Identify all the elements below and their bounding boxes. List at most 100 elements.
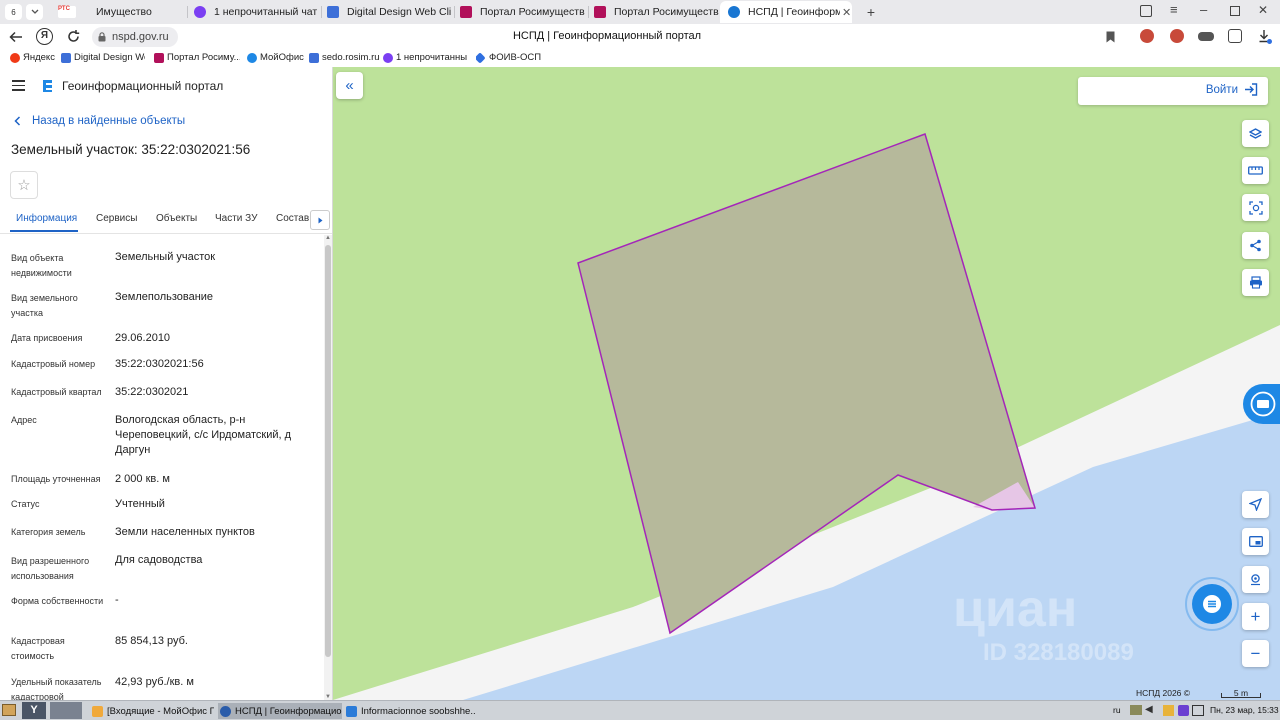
address-field[interactable]: nspd.gov.ru (92, 27, 178, 47)
watermark-brand: циан (953, 580, 1078, 638)
bookmark-rosim[interactable]: Портал Росиму... (154, 52, 240, 63)
reload-icon[interactable] (66, 29, 81, 44)
chat-icon (194, 6, 206, 18)
taskbar-label: НСПД | Геоинформацио... (235, 705, 342, 717)
tab-nspd-active[interactable]: НСПД | Геоинформаци ✕ (720, 1, 852, 23)
minimize-icon[interactable]: – (1200, 2, 1207, 17)
bookmark-foiv[interactable]: ФОИВ-ОСП (476, 52, 541, 63)
extension-4-icon[interactable] (1228, 29, 1242, 43)
tab-counter[interactable]: 6 (5, 4, 22, 20)
taskbar-item-browser[interactable]: НСПД | Геоинформацио... (218, 703, 342, 719)
download-icon[interactable] (1258, 29, 1272, 44)
scale-bar (1221, 693, 1261, 698)
map-view[interactable]: циан ID 328180089 « Войти + − НСПД 2026 … (333, 67, 1280, 700)
tab-info[interactable]: Информация (16, 213, 77, 224)
tray-app-icon[interactable] (1178, 705, 1189, 716)
zoom-out-button[interactable]: − (1242, 640, 1269, 667)
share-button[interactable] (1242, 232, 1269, 259)
taskbar-item-mail[interactable]: [Входящие - МойОфис П... (92, 703, 214, 719)
minimap-button[interactable] (1242, 528, 1269, 555)
login-label: Войти (1205, 83, 1238, 96)
prop-value: 85 854,13 руб. (115, 635, 188, 647)
panel-scrollbar[interactable]: ▲ ▼ (324, 235, 332, 700)
yandex-button-icon[interactable]: Я (36, 28, 53, 45)
location-pin-icon (1251, 574, 1260, 586)
maximize-icon[interactable] (1230, 6, 1240, 16)
plus-icon: + (1250, 607, 1261, 626)
keyboard-layout[interactable]: ru (1113, 705, 1121, 715)
location-button[interactable] (1242, 566, 1269, 593)
tab-list-icon[interactable] (26, 4, 43, 20)
bookmark-myoffice[interactable]: МойОфис (247, 52, 304, 63)
scroll-up-icon[interactable]: ▲ (325, 235, 331, 241)
prop-label: Адрес (11, 415, 37, 425)
network-icon[interactable] (1130, 705, 1142, 715)
tab-label: Имущество (96, 6, 152, 18)
select-area-button[interactable] (1242, 194, 1269, 221)
extension-2-icon[interactable] (1170, 29, 1184, 43)
chat-assistant-button[interactable] (1185, 577, 1239, 631)
double-chevron-left-icon: « (345, 77, 354, 94)
prop-value: 42,93 руб./кв. м (115, 676, 194, 688)
nspd-icon (728, 6, 740, 18)
taskbar-item-document[interactable]: Informacionnoe soobshhe... (346, 703, 476, 719)
taskbar-label: [Входящие - МойОфис П... (107, 705, 214, 717)
tab-rosim-2[interactable]: Портал Росимущества (594, 1, 719, 23)
share-icon (1250, 239, 1261, 252)
tab-composition[interactable]: Состав (276, 213, 309, 224)
display-icon[interactable] (1192, 705, 1204, 716)
new-tab-icon[interactable]: + (862, 3, 880, 21)
close-tab-icon[interactable]: ✕ (842, 6, 851, 19)
hamburger-menu-icon[interactable] (12, 80, 25, 91)
collections-icon[interactable] (1140, 5, 1152, 17)
extension-1-icon[interactable] (1140, 29, 1154, 43)
tab-objects[interactable]: Объекты (156, 213, 197, 224)
layers-button[interactable] (1242, 120, 1269, 147)
dd-icon (327, 6, 339, 18)
prop-label: Вид объекта недвижимости (11, 253, 72, 278)
tab-imushchestvo[interactable]: РТС Имущество (58, 1, 183, 23)
measure-button[interactable] (1242, 157, 1269, 184)
favorite-star-icon[interactable]: ☆ (10, 171, 38, 199)
prop-value: 2 000 кв. м (115, 473, 170, 485)
chat-assistant-icon (1192, 584, 1232, 624)
start-menu-icon[interactable]: Y (22, 702, 46, 719)
collapse-panel-button[interactable]: « (336, 72, 363, 99)
browser-tab-strip: 6 РТС Имущество 1 непрочитанный чат Digi… (0, 0, 1280, 24)
login-button[interactable]: Войти (1206, 83, 1258, 96)
file-manager-icon[interactable] (2, 704, 16, 716)
tab-rosim-1[interactable]: Портал Росимущества (460, 1, 585, 23)
scrollbar-thumb[interactable] (325, 245, 331, 657)
close-window-icon[interactable]: ✕ (1258, 3, 1268, 17)
bookmark-yandex[interactable]: Яндекс (10, 52, 55, 63)
bookmark-chat[interactable]: 1 непрочитанный (383, 52, 467, 63)
prop-value: 35:22:0302021 (115, 386, 189, 398)
tab-parts[interactable]: Части ЗУ (215, 213, 257, 224)
bookmark-icon[interactable] (1106, 31, 1115, 43)
bookmark-digital-design[interactable]: Digital Design We (61, 52, 145, 63)
print-button[interactable] (1242, 269, 1269, 296)
back-arrow-icon[interactable] (9, 31, 23, 43)
back-to-results-link[interactable]: Назад в найденные объекты (14, 115, 185, 127)
layers-icon (1249, 127, 1262, 139)
clipboard-icon[interactable] (1163, 705, 1174, 716)
map-canvas[interactable] (333, 67, 1280, 700)
portal-logo-icon (43, 80, 52, 92)
prop-label: Кадастровый номер (11, 359, 96, 369)
tab-digital-design[interactable]: Digital Design Web Client (327, 1, 451, 23)
extension-3-icon[interactable] (1198, 32, 1214, 41)
desktop-switch-icon[interactable] (50, 702, 82, 719)
rosim-icon (460, 6, 472, 18)
prop-label: Удельный показатель кадастровой (11, 677, 102, 700)
os-taskbar: Y [Входящие - МойОфис П... НСПД | Геоинф… (0, 700, 1280, 720)
menu-icon[interactable]: ≡ (1170, 2, 1178, 17)
geolocation-button[interactable] (1242, 491, 1269, 518)
volume-icon[interactable]: ◀ (1145, 704, 1153, 715)
tab-services[interactable]: Сервисы (96, 213, 137, 224)
tabs-scroll-right-icon[interactable] (310, 210, 330, 230)
zoom-in-button[interactable]: + (1242, 603, 1269, 630)
active-tab-underline (10, 230, 78, 232)
bookmark-sedo[interactable]: sedo.rosim.ru (309, 52, 380, 63)
feedback-tab[interactable] (1243, 384, 1280, 424)
tab-chat[interactable]: 1 непрочитанный чат (194, 1, 319, 23)
